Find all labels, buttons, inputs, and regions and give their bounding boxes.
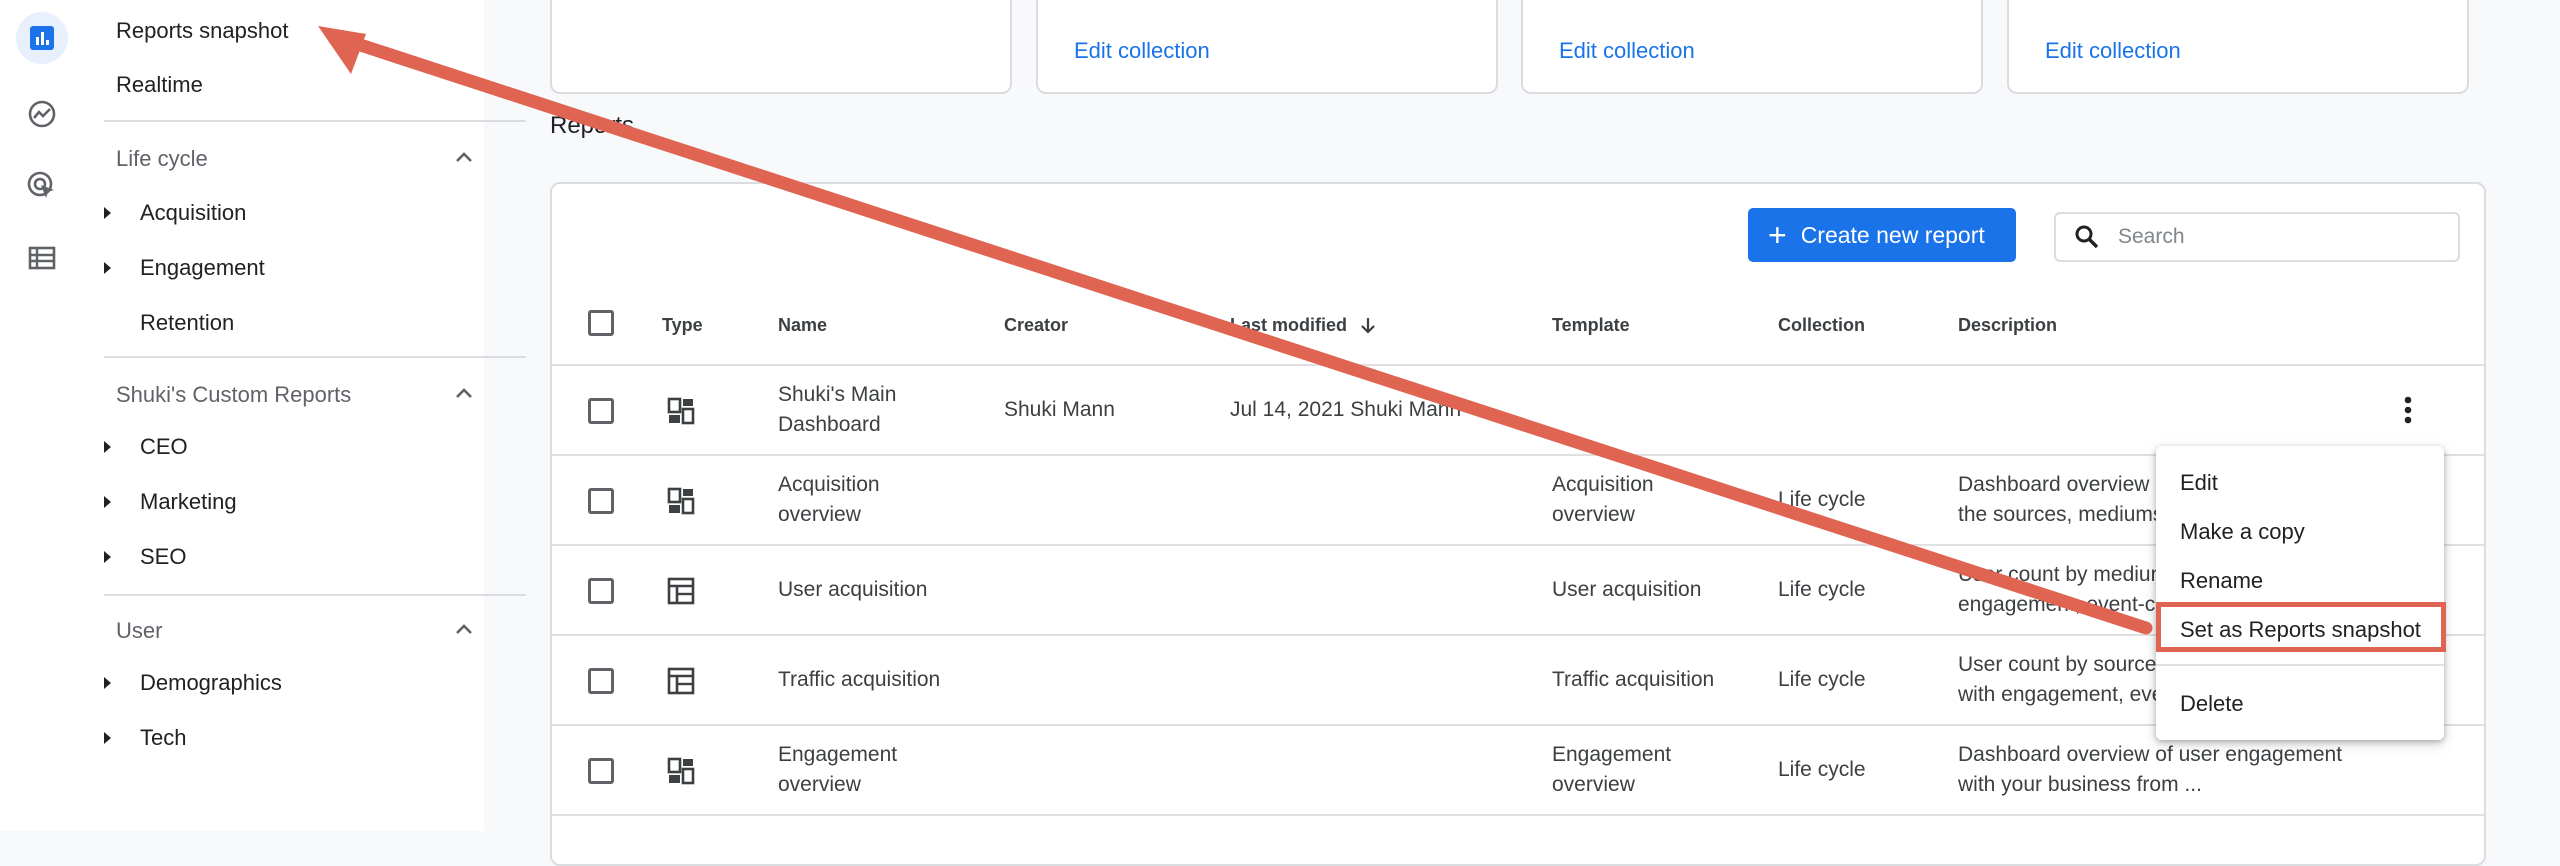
select-all-checkbox[interactable] bbox=[588, 310, 614, 336]
expand-arrow-icon bbox=[104, 207, 111, 219]
report-description: User count by medium engagement, event-c bbox=[1958, 563, 2169, 616]
column-creator[interactable]: Creator bbox=[1004, 315, 1068, 336]
dashboard-icon bbox=[667, 487, 695, 515]
column-last-modified-label: Last modified bbox=[1230, 315, 1348, 335]
configure-nav-button[interactable] bbox=[16, 232, 68, 284]
expand-arrow-icon bbox=[104, 496, 111, 508]
expand-arrow-icon bbox=[104, 677, 111, 689]
report-context-menu: Edit Make a copy Rename Set as Reports s… bbox=[2156, 446, 2444, 740]
sort-descending-icon bbox=[1361, 318, 1375, 334]
expand-arrow-icon bbox=[104, 551, 111, 563]
menu-item-rename[interactable]: Rename bbox=[2180, 568, 2263, 594]
section-custom-reports[interactable]: Shuki's Custom Reports bbox=[116, 382, 516, 408]
explore-nav-button[interactable] bbox=[16, 88, 68, 140]
report-collection: Life cycle bbox=[1778, 488, 1866, 511]
reports-nav-button[interactable] bbox=[16, 12, 68, 64]
collection-card: Edit collection bbox=[1036, 0, 1498, 94]
search-placeholder: Search bbox=[2118, 225, 2185, 248]
report-template: Engagement overview bbox=[1552, 743, 1672, 796]
reports-navigation: Reports snapshot Realtime Life cycle Acq… bbox=[84, 0, 526, 831]
edit-collection-link[interactable]: Edit collection bbox=[2045, 38, 2181, 64]
nav-reports-snapshot[interactable]: Reports snapshot bbox=[116, 18, 288, 44]
create-new-report-button[interactable]: + Create new report bbox=[1748, 208, 2016, 262]
row-checkbox[interactable] bbox=[588, 578, 614, 604]
section-life-cycle[interactable]: Life cycle bbox=[116, 146, 516, 172]
report-template: Traffic acquisition bbox=[1552, 668, 1715, 691]
edit-collection-link[interactable]: Edit collection bbox=[1559, 38, 1695, 64]
report-collection: Life cycle bbox=[1778, 668, 1866, 691]
target-cursor-icon bbox=[27, 171, 54, 198]
expand-arrow-icon bbox=[104, 732, 111, 744]
column-template[interactable]: Template bbox=[1552, 315, 1630, 336]
edit-collection-link[interactable]: Edit collection bbox=[1074, 38, 1210, 64]
section-user[interactable]: User bbox=[116, 618, 516, 644]
chevron-up-icon bbox=[456, 388, 472, 398]
chevron-up-icon bbox=[456, 152, 472, 162]
more-vert-icon[interactable] bbox=[2402, 394, 2414, 426]
report-description: User count by source with engagement, ev… bbox=[1958, 653, 2164, 706]
list-icon bbox=[28, 246, 56, 270]
column-description[interactable]: Description bbox=[1958, 315, 2057, 336]
expand-arrow-icon bbox=[104, 262, 111, 274]
nav-divider bbox=[104, 594, 526, 596]
section-title: Life cycle bbox=[116, 146, 208, 171]
report-name[interactable]: Traffic acquisition bbox=[778, 665, 940, 695]
report-collection: Life cycle bbox=[1778, 578, 1866, 601]
report-description: Dashboard overview of the sources, mediu… bbox=[1958, 473, 2173, 526]
collection-card bbox=[550, 0, 1012, 94]
nav-divider bbox=[104, 120, 526, 122]
section-title: User bbox=[116, 618, 163, 643]
annotation-highlight-box bbox=[2156, 602, 2446, 652]
report-collection: Life cycle bbox=[1778, 758, 1866, 781]
nav-divider bbox=[104, 356, 526, 358]
dashboard-icon bbox=[667, 757, 695, 785]
chevron-up-icon bbox=[456, 624, 472, 634]
report-last-modified: Jul 14, 2021 Shuki Mann bbox=[1230, 398, 1462, 421]
expand-arrow-icon bbox=[104, 441, 111, 453]
create-new-report-label: Create new report bbox=[1800, 221, 1985, 248]
explore-icon bbox=[28, 100, 56, 128]
search-input[interactable]: Search bbox=[2054, 212, 2460, 262]
report-name[interactable]: Shuki's Main Dashboard bbox=[778, 380, 958, 440]
column-type[interactable]: Type bbox=[662, 315, 703, 336]
menu-item-edit[interactable]: Edit bbox=[2180, 470, 2218, 496]
menu-item-make-copy[interactable]: Make a copy bbox=[2180, 519, 2305, 545]
row-divider bbox=[552, 814, 2484, 816]
report-name[interactable]: Engagement overview bbox=[778, 740, 938, 800]
report-template: User acquisition bbox=[1552, 578, 1702, 601]
menu-divider bbox=[2156, 664, 2444, 666]
row-checkbox[interactable] bbox=[588, 398, 614, 424]
section-title: Shuki's Custom Reports bbox=[116, 382, 352, 407]
report-template: Acquisition overview bbox=[1552, 473, 1654, 526]
table-icon bbox=[667, 577, 695, 605]
collection-card: Edit collection bbox=[1521, 0, 1983, 94]
nav-realtime[interactable]: Realtime bbox=[116, 72, 203, 98]
column-last-modified[interactable]: Last modified bbox=[1230, 315, 1378, 336]
column-collection[interactable]: Collection bbox=[1778, 315, 1865, 336]
advertising-nav-button[interactable] bbox=[16, 160, 68, 212]
collection-card: Edit collection bbox=[2007, 0, 2469, 94]
menu-item-delete[interactable]: Delete bbox=[2180, 691, 2244, 717]
report-description: Dashboard overview of user engagement wi… bbox=[1958, 743, 2343, 796]
report-creator: Shuki Mann bbox=[1004, 398, 1115, 421]
reports-heading: Reports bbox=[550, 112, 635, 139]
dashboard-icon bbox=[667, 397, 695, 425]
report-name[interactable]: User acquisition bbox=[778, 575, 927, 605]
row-checkbox[interactable] bbox=[588, 668, 614, 694]
search-icon bbox=[2075, 225, 2099, 249]
row-checkbox[interactable] bbox=[588, 758, 614, 784]
column-name[interactable]: Name bbox=[778, 315, 827, 336]
left-rail bbox=[0, 0, 86, 831]
report-name[interactable]: Acquisition overview bbox=[778, 470, 938, 530]
table-icon bbox=[667, 667, 695, 695]
plus-icon: + bbox=[1768, 217, 1787, 253]
header-divider bbox=[552, 364, 2484, 366]
row-checkbox[interactable] bbox=[588, 488, 614, 514]
bar-chart-icon bbox=[30, 26, 54, 50]
